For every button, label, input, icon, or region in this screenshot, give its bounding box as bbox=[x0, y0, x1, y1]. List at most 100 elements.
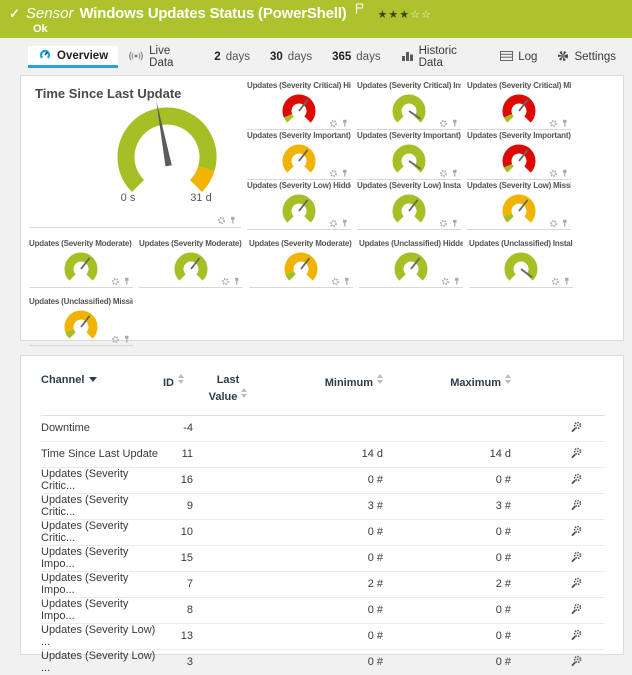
edit-channel-cell[interactable] bbox=[511, 649, 605, 675]
gear-icon[interactable] bbox=[329, 169, 338, 178]
tab-historic-data[interactable]: Historic Data bbox=[391, 46, 491, 68]
tab-live-data[interactable]: Live Data bbox=[118, 46, 204, 68]
edit-channel-icon[interactable] bbox=[569, 420, 583, 434]
mini-gauge-panel[interactable]: Updates (Severity Low) Missi... bbox=[467, 180, 571, 230]
pin-icon[interactable] bbox=[123, 277, 131, 286]
last-value-cell bbox=[193, 649, 263, 675]
edit-channel-icon[interactable] bbox=[569, 446, 583, 460]
pin-icon[interactable] bbox=[563, 277, 571, 286]
gear-icon[interactable] bbox=[439, 219, 448, 228]
gear-icon[interactable] bbox=[331, 277, 340, 286]
priority-stars[interactable]: ★★★☆☆ bbox=[378, 8, 432, 21]
edit-channel-icon[interactable] bbox=[569, 524, 583, 538]
mini-gauge-panel[interactable]: Updates (Severity Moderate) ... bbox=[29, 238, 133, 288]
pin-icon[interactable] bbox=[341, 169, 349, 178]
gear-icon bbox=[557, 50, 569, 65]
mini-gauge-panel[interactable]: Updates (Severity Important) ... bbox=[467, 130, 571, 180]
col-header-last-value[interactable]: LastValue bbox=[193, 370, 263, 415]
channel-name-cell[interactable]: Downtime bbox=[41, 415, 163, 441]
channel-name-cell[interactable]: Updates (Severity Critic... bbox=[41, 467, 163, 493]
gear-icon[interactable] bbox=[549, 219, 558, 228]
pin-icon[interactable] bbox=[451, 119, 459, 128]
mini-gauge-panel[interactable]: Updates (Severity Moderate) I... bbox=[139, 238, 243, 288]
channel-name-cell[interactable]: Time Since Last Update bbox=[41, 441, 163, 467]
gear-icon[interactable] bbox=[441, 277, 450, 286]
tab-overview[interactable]: Overview bbox=[28, 46, 118, 68]
edit-channel-icon[interactable] bbox=[569, 576, 583, 590]
edit-channel-cell[interactable] bbox=[511, 415, 605, 441]
flag-icon[interactable] bbox=[355, 1, 364, 19]
edit-channel-icon[interactable] bbox=[569, 628, 583, 642]
mini-gauge-panel[interactable]: Updates (Severity Critical) Ins... bbox=[357, 80, 461, 130]
channel-name-cell[interactable]: Updates (Severity Impo... bbox=[41, 571, 163, 597]
pin-icon[interactable] bbox=[561, 219, 569, 228]
edit-channel-icon[interactable] bbox=[569, 472, 583, 486]
gear-icon[interactable] bbox=[329, 219, 338, 228]
col-header-maximum[interactable]: Maximum bbox=[383, 370, 511, 415]
edit-channel-cell[interactable] bbox=[511, 545, 605, 571]
mini-gauge-panel[interactable]: Updates (Unclassified) Hidden bbox=[359, 238, 463, 288]
col-header-channel[interactable]: Channel bbox=[41, 370, 163, 415]
edit-channel-icon[interactable] bbox=[569, 602, 583, 616]
edit-channel-cell[interactable] bbox=[511, 623, 605, 649]
gear-icon[interactable] bbox=[217, 216, 226, 225]
edit-channel-icon[interactable] bbox=[569, 654, 583, 668]
mini-gauge-panel[interactable]: Updates (Severity Low) Hidden bbox=[247, 180, 351, 230]
mini-gauge-title: Updates (Severity Important) ... bbox=[247, 131, 351, 140]
edit-channel-cell[interactable] bbox=[511, 467, 605, 493]
mini-gauge-panel[interactable]: Updates (Unclassified) Missing bbox=[29, 296, 133, 346]
mini-gauge-title: Updates (Severity Low) Install... bbox=[357, 181, 461, 190]
pin-icon[interactable] bbox=[341, 119, 349, 128]
pin-icon[interactable] bbox=[123, 335, 131, 344]
mini-gauge-panel[interactable]: Updates (Severity Low) Install... bbox=[357, 180, 461, 230]
gear-icon[interactable] bbox=[549, 119, 558, 128]
gear-icon[interactable] bbox=[439, 119, 448, 128]
pin-icon[interactable] bbox=[451, 169, 459, 178]
gear-icon[interactable] bbox=[111, 277, 120, 286]
pin-icon[interactable] bbox=[229, 216, 237, 225]
gear-icon[interactable] bbox=[549, 169, 558, 178]
channel-name-cell[interactable]: Updates (Severity Low) ... bbox=[41, 649, 163, 675]
col-header-minimum[interactable]: Minimum bbox=[263, 370, 383, 415]
pin-icon[interactable] bbox=[451, 219, 459, 228]
gear-icon[interactable] bbox=[111, 335, 120, 344]
mini-gauge-row-3: Updates (Unclassified) Missing bbox=[29, 296, 619, 346]
edit-channel-cell[interactable] bbox=[511, 571, 605, 597]
pin-icon[interactable] bbox=[561, 169, 569, 178]
col-header-id[interactable]: ID bbox=[163, 370, 193, 415]
mini-gauge-panel[interactable]: Updates (Severity Critical) Mi... bbox=[467, 80, 571, 130]
pin-icon[interactable] bbox=[343, 277, 351, 286]
mini-gauge-panel[interactable]: Updates (Severity Important) ... bbox=[247, 130, 351, 180]
channel-name-cell[interactable]: Updates (Severity Critic... bbox=[41, 493, 163, 519]
gear-icon[interactable] bbox=[551, 277, 560, 286]
mini-gauge-panel[interactable]: Updates (Severity Important) ... bbox=[357, 130, 461, 180]
tab-2-days[interactable]: 2days bbox=[204, 46, 260, 68]
tab-settings[interactable]: Settings bbox=[547, 46, 626, 68]
channel-name-cell[interactable]: Updates (Severity Critic... bbox=[41, 519, 163, 545]
pin-icon[interactable] bbox=[341, 219, 349, 228]
edit-channel-cell[interactable] bbox=[511, 597, 605, 623]
table-row: Updates (Severity Low) ...30 #0 # bbox=[41, 649, 605, 675]
pin-icon[interactable] bbox=[233, 277, 241, 286]
edit-channel-cell[interactable] bbox=[511, 441, 605, 467]
tab-365-days[interactable]: 365days bbox=[322, 46, 390, 68]
log-icon bbox=[500, 51, 513, 64]
main-gauge-time-since-last-update[interactable]: Time Since Last Update 0 s 31 d bbox=[29, 80, 241, 228]
edit-channel-icon[interactable] bbox=[569, 550, 583, 564]
channel-name-cell[interactable]: Updates (Severity Impo... bbox=[41, 545, 163, 571]
gear-icon[interactable] bbox=[439, 169, 448, 178]
edit-channel-cell[interactable] bbox=[511, 519, 605, 545]
pin-icon[interactable] bbox=[453, 277, 461, 286]
gear-icon[interactable] bbox=[221, 277, 230, 286]
tab-log[interactable]: Log bbox=[490, 46, 547, 68]
edit-channel-cell[interactable] bbox=[511, 493, 605, 519]
mini-gauge-panel[interactable]: Updates (Severity Critical) Hi... bbox=[247, 80, 351, 130]
edit-channel-icon[interactable] bbox=[569, 498, 583, 512]
tab-30-days[interactable]: 30days bbox=[260, 46, 322, 68]
pin-icon[interactable] bbox=[561, 119, 569, 128]
mini-gauge-panel[interactable]: Updates (Unclassified) Install... bbox=[469, 238, 573, 288]
gear-icon[interactable] bbox=[329, 119, 338, 128]
mini-gauge-panel[interactable]: Updates (Severity Moderate) ... bbox=[249, 238, 353, 288]
channel-name-cell[interactable]: Updates (Severity Low) ... bbox=[41, 623, 163, 649]
channel-name-cell[interactable]: Updates (Severity Impo... bbox=[41, 597, 163, 623]
